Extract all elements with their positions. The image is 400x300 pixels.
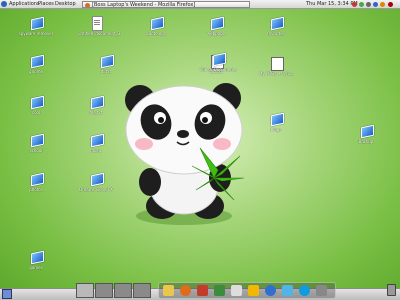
desktop-icon-label: quote.eps xyxy=(146,31,166,36)
firefox-icon[interactable] xyxy=(180,285,191,296)
skype-icon[interactable] xyxy=(299,285,310,296)
dreams-box-icon xyxy=(89,172,104,187)
desktop-icon-label: school xyxy=(29,148,43,153)
update-icon[interactable] xyxy=(352,2,357,7)
desktop-icon[interactable]: file.txt xyxy=(78,95,114,115)
power-icon[interactable] xyxy=(388,2,393,7)
desktop-icon-label: Dreams Gone FX xyxy=(79,187,113,192)
gnome-foot-icon[interactable] xyxy=(1,1,7,7)
desktop-icon[interactable]: gnome xyxy=(18,54,54,74)
cool-box-icon xyxy=(29,95,44,110)
desktop-icon[interactable]: blogs xyxy=(258,112,294,132)
music-box-icon xyxy=(89,133,104,148)
desktop-icon[interactable]: My MP3s + lyrics xyxy=(258,56,294,76)
desktop-icon-label: link to Documents xyxy=(200,67,237,72)
desktop-icon-label: blogs xyxy=(270,127,282,132)
network-icon[interactable] xyxy=(214,285,225,296)
clock[interactable]: Thu Mar 15, 3:34 PM xyxy=(306,0,358,9)
menu-desktop[interactable]: Desktop xyxy=(55,0,76,9)
desktop-icon[interactable]: Backup xyxy=(348,124,384,144)
desktop-icon-label: photos xyxy=(29,187,43,192)
desktop-icon-label: file.txt xyxy=(89,110,103,115)
workspace-1[interactable] xyxy=(76,283,94,298)
gear-icon[interactable] xyxy=(316,285,327,296)
workspace-2[interactable] xyxy=(95,283,113,298)
photos-box-icon xyxy=(29,172,44,187)
menu-places[interactable]: Places xyxy=(38,0,54,9)
trash-icon[interactable] xyxy=(387,284,396,296)
bluetooth-icon[interactable] xyxy=(373,2,378,7)
quote-box-icon xyxy=(149,16,164,31)
desktop-icon[interactable]: dl.txt xyxy=(88,54,124,74)
dl-box-icon xyxy=(99,54,114,69)
desktop-icon[interactable]: games xyxy=(18,250,54,270)
aim-icon[interactable] xyxy=(248,285,259,296)
desktop-icon[interactable]: Dreams Gone FX xyxy=(78,172,114,192)
music-icon[interactable] xyxy=(197,285,208,296)
panda-wallpaper xyxy=(125,83,245,225)
desktop-icon-label: games xyxy=(29,265,43,270)
blogs-box-icon xyxy=(269,112,284,127)
globe-icon[interactable] xyxy=(265,285,276,296)
taskbar-window-title: [Boss Laptop's Weekend - Mozilla Firefox… xyxy=(92,2,196,8)
desktop-icon-label: favorites xyxy=(267,31,285,36)
top-panel: Applications Places Desktop [Boss Laptop… xyxy=(0,0,400,9)
desktop-icon-label: webpage xyxy=(206,31,226,36)
workspace-4[interactable] xyxy=(133,283,151,298)
desktop-icon[interactable]: school xyxy=(18,133,54,153)
webpage-box-icon xyxy=(209,16,224,31)
file-box-icon xyxy=(89,95,104,110)
network-icon[interactable] xyxy=(359,2,364,7)
mp-txt-icon xyxy=(269,56,284,71)
desktop-icon-label: gnome xyxy=(29,69,43,74)
email-icon[interactable] xyxy=(231,285,242,296)
documents-link-icon xyxy=(211,52,226,67)
desktop-icon[interactable]: quote.eps xyxy=(138,16,174,36)
show-desktop-icon[interactable] xyxy=(2,289,12,299)
desktop-icon[interactable]: spyware remover xyxy=(18,16,54,36)
desktop-icon[interactable]: untitled_document_3 xyxy=(78,16,121,36)
spyware-folder-icon xyxy=(29,16,44,31)
backup-box-icon xyxy=(359,124,374,139)
volume-icon[interactable] xyxy=(366,2,371,7)
battery-icon[interactable] xyxy=(380,2,385,7)
games-box-icon xyxy=(29,250,44,265)
desktop-icon[interactable]: favorites xyxy=(258,16,294,36)
desktop-icon[interactable]: music xyxy=(78,133,114,153)
desktop-icon-label: untitled_document_3 xyxy=(78,31,121,36)
desktop-icon[interactable]: webpage xyxy=(198,16,234,36)
desktop-icon-label: music xyxy=(90,148,102,153)
favorites-box-icon xyxy=(269,16,284,31)
desktop-icon[interactable]: cool xyxy=(18,95,54,115)
menu-applications[interactable]: Applications xyxy=(9,0,40,9)
untitled-doc-icon xyxy=(89,16,103,31)
gnome-box-icon xyxy=(29,54,44,69)
desktop-icon-label: dl.txt xyxy=(100,69,112,74)
desktop-icon[interactable]: photos xyxy=(18,172,54,192)
desktop-icon-label: cool xyxy=(31,110,41,115)
desktop-icon-label: spyware remover xyxy=(18,31,54,36)
taskbar-window-button[interactable]: [Boss Laptop's Weekend - Mozilla Firefox… xyxy=(82,1,250,8)
folder-icon[interactable] xyxy=(163,285,174,296)
desktop-icon-label: Backup xyxy=(358,139,374,144)
school-box-icon xyxy=(29,133,44,148)
chat-icon[interactable] xyxy=(282,285,293,296)
desktop-icon[interactable]: link to Documents xyxy=(200,52,236,72)
workspace-3[interactable] xyxy=(114,283,132,298)
firefox-icon xyxy=(85,3,90,7)
desktop-icon-label: My MP3s + lyrics xyxy=(259,71,293,76)
